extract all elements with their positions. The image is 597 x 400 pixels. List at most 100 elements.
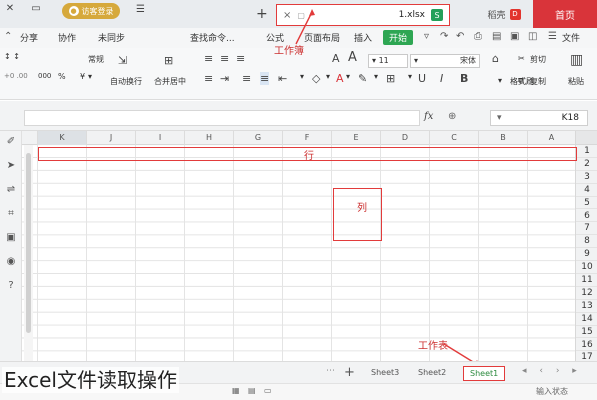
select-all-corner[interactable] [575,131,597,145]
row-header-12[interactable]: 12 [576,287,597,300]
highlight-dropdown-icon[interactable]: ▾ [374,72,378,81]
fill-color-icon[interactable]: ◇ [312,72,320,85]
fx-icon[interactable]: fx [424,111,433,122]
font-name-select[interactable]: ▾ 宋体 [410,54,480,68]
more-sheets-icon[interactable]: ⋯ [326,366,335,376]
row-header-15[interactable]: 15 [576,326,597,339]
currency-label[interactable]: ¥ [80,72,85,81]
dropdown-icon[interactable]: ▿ [424,31,429,42]
column-header-e[interactable]: E [331,131,380,145]
scrollbar-thumb[interactable] [26,153,31,333]
minimize-window-icon[interactable]: ▭ [30,3,42,14]
tab-close-icon[interactable]: × [283,10,291,21]
borders-icon[interactable]: ⊞ [386,72,395,85]
brush-icon[interactable]: ✐ [4,135,18,149]
file-menu-icon[interactable]: ☰ [548,31,557,42]
menu-file[interactable]: 文件 [562,31,580,44]
percent-label[interactable]: % [58,72,66,81]
row-header-10[interactable]: 10 [576,261,597,274]
border-dropdown-icon[interactable]: ▾ [300,72,304,81]
align-middle-icon[interactable]: ≡ [220,52,229,65]
save-icon[interactable]: ◫ [528,31,537,42]
underline-icon[interactable]: U [418,72,426,85]
border-style-dropdown-icon[interactable]: ▾ [408,72,412,81]
thousands-label[interactable]: 000 [38,72,51,80]
currency-dropdown-icon[interactable]: ▾ [88,72,92,81]
sheet-tab-1-active[interactable]: Sheet1 [463,366,506,381]
print-preview-icon[interactable]: ⎙ [474,31,482,42]
paste-label[interactable]: 粘贴 [568,76,584,87]
column-header-c[interactable]: C [429,131,478,145]
crop-icon[interactable]: ⌗ [4,207,18,221]
fill-dropdown-icon[interactable]: ▾ [326,72,330,81]
workbook-tab[interactable]: S 1.xlsx ▢ × [276,4,450,26]
name-box-dropdown-icon[interactable]: ▾ [497,111,502,125]
font-grow-icon[interactable]: A [348,50,357,65]
indent-icon[interactable]: ⇥ [220,72,229,85]
cell-gridlines[interactable] [22,145,575,363]
collapse-ribbon-icon[interactable]: ⌃ [4,31,12,42]
align-right-icon[interactable]: ≡ [242,72,251,85]
row-header-6[interactable]: 6 [576,210,597,223]
column-header-j[interactable]: J [86,131,135,145]
menu-unsynced[interactable]: 未同步 [98,31,125,44]
view-break-icon[interactable]: ▭ [264,386,272,395]
redo-icon[interactable]: ↷ [440,31,448,42]
new-tab-button[interactable]: + [256,6,268,22]
menu-search-command[interactable]: 查找命令... [190,31,235,44]
font-color-dropdown-icon[interactable]: ▾ [346,72,350,81]
row-header-1[interactable]: 1 [576,145,597,158]
align-bottom-icon[interactable]: ≡ [236,52,245,65]
export-icon[interactable]: ▣ [510,31,519,42]
align-left-icon[interactable]: ≡ [204,72,213,85]
row-header-13[interactable]: 13 [576,300,597,313]
image-icon[interactable]: ▣ [4,231,18,245]
copy-label[interactable]: 复制 [530,76,546,87]
name-box[interactable]: ▾ K18 [490,110,588,126]
row-header-2[interactable]: 2 [576,158,597,171]
print-icon[interactable]: ▤ [492,31,501,42]
number-format-label[interactable]: 常规 [88,54,104,65]
row-header-7[interactable]: 7 [576,222,597,236]
close-window-icon[interactable]: ✕ [4,3,16,14]
column-header-g[interactable]: G [233,131,282,145]
formula-input[interactable] [24,110,420,126]
more-format-icon[interactable]: ↕ ↕ [4,52,20,61]
vertical-scrollbar[interactable] [24,145,33,363]
merge-center-label[interactable]: 合并居中 [154,76,186,87]
italic-icon[interactable]: I [440,72,443,85]
font-color-icon[interactable]: A [336,72,344,85]
menu-insert[interactable]: 插入 [354,31,372,44]
row-header-8[interactable]: 8 [576,235,597,249]
increase-decimal-label[interactable]: +0 [4,72,14,80]
column-header-d[interactable]: D [380,131,429,145]
pointer-icon[interactable]: ➤ [4,159,18,173]
titlebar-menu-icon[interactable]: ☰ [136,4,145,15]
align-center-icon[interactable]: ≡ [260,72,270,85]
column-header-i[interactable]: I [135,131,184,145]
bold-icon[interactable]: B [460,72,468,85]
menu-home-active[interactable]: 开始 [383,30,414,45]
home-tab[interactable]: 首页 [533,0,597,28]
row-header-3[interactable]: 3 [576,171,597,184]
cut-icon[interactable]: ✂ [518,54,525,63]
cut-label[interactable]: 剪切 [530,54,546,65]
adjust-icon[interactable]: ⇌ [4,183,18,197]
sheet-tab-2[interactable]: Sheet2 [412,366,452,381]
wrap-text-label[interactable]: 自动换行 [110,76,142,87]
zoom-search-icon[interactable]: ⊕ [448,111,456,122]
decimal-buttons[interactable]: +0 .00 [4,72,28,80]
format-painter-icon[interactable]: ⌂ [492,52,499,65]
paste-icon[interactable]: ▥ [570,52,583,68]
spreadsheet-grid[interactable]: K J I H G F E D C B A 1 2 3 4 5 6 7 8 9 … [22,131,597,363]
highlight-icon[interactable]: ✎ [358,72,367,85]
row-header-11[interactable]: 11 [576,274,597,287]
row-header-14[interactable]: 14 [576,313,597,326]
user-login-button[interactable]: ● 访客登录 [62,3,120,19]
wrap-text-icon[interactable]: ⇲ [118,54,127,67]
row-header-4[interactable]: 4 [576,184,597,197]
font-shrink-icon[interactable]: A [332,52,340,65]
add-sheet-button[interactable]: + [344,365,355,380]
row-header-16[interactable]: 16 [576,339,597,352]
view-page-icon[interactable]: ▤ [248,386,256,395]
